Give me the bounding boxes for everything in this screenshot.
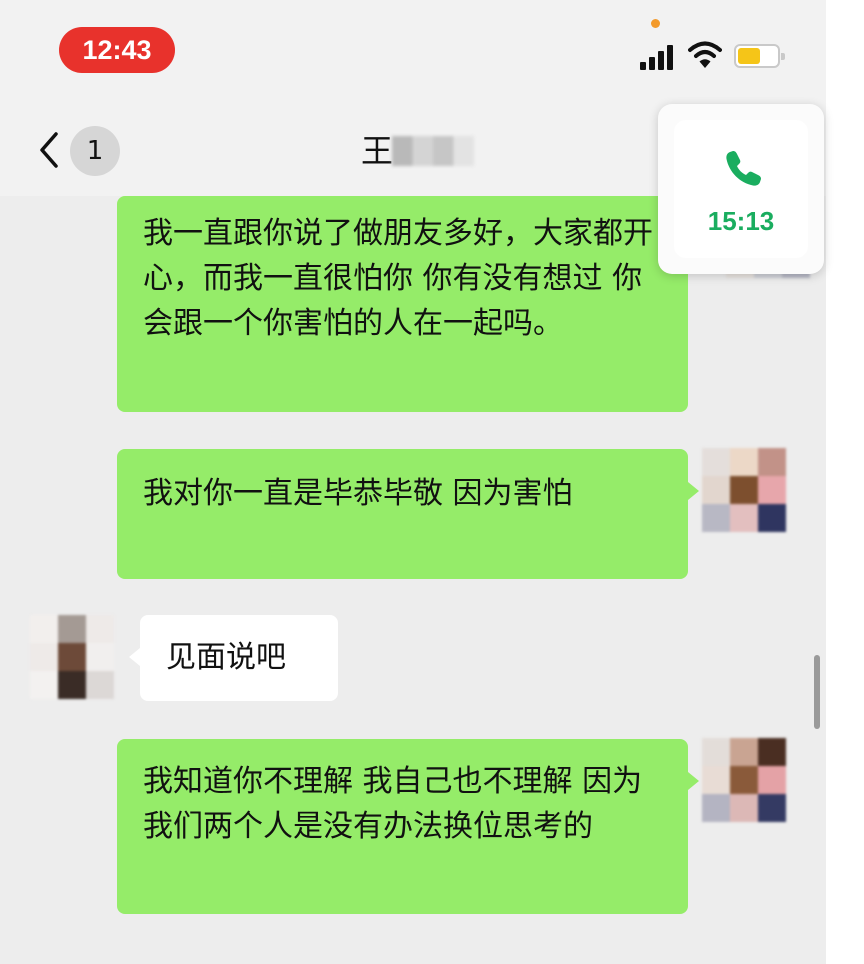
bubble-tail <box>688 772 699 790</box>
status-time: 12:43 <box>59 27 175 73</box>
screen-edge <box>826 0 864 964</box>
bubble-tail <box>129 648 140 666</box>
call-duration: 15:13 <box>707 206 775 236</box>
wifi-icon <box>688 41 722 68</box>
phone-icon <box>726 151 761 186</box>
status-bar: 12:43 <box>0 0 826 100</box>
outgoing-message-bubble[interactable]: 我对你一直是毕恭毕敬 因为害怕 <box>117 449 688 579</box>
contact-avatar[interactable] <box>30 615 114 699</box>
outgoing-message-bubble[interactable]: 我一直跟你说了做朋友多好，大家都开心，而我一直很怕你 你有没有想过 你会跟一个你… <box>117 196 688 412</box>
my-avatar[interactable] <box>702 448 786 532</box>
chevron-left-icon[interactable] <box>34 130 64 170</box>
battery-icon <box>734 44 785 68</box>
cellular-signal-icon <box>640 44 676 70</box>
bubble-tail <box>688 482 699 500</box>
privacy-indicator-dot <box>651 19 660 28</box>
my-avatar[interactable] <box>702 738 786 822</box>
voice-call-floating-window[interactable]: 15:13 <box>658 104 824 274</box>
scrollbar[interactable] <box>814 655 820 729</box>
name-censor-mosaic <box>392 136 474 166</box>
unread-count-badge[interactable]: 1 <box>70 126 120 176</box>
contact-name: 王 <box>361 132 394 170</box>
incoming-message-bubble[interactable]: 见面说吧 <box>140 615 338 701</box>
outgoing-message-bubble[interactable]: 我知道你不理解 我自己也不理解 因为我们两个人是没有办法换位思考的 <box>117 739 688 914</box>
